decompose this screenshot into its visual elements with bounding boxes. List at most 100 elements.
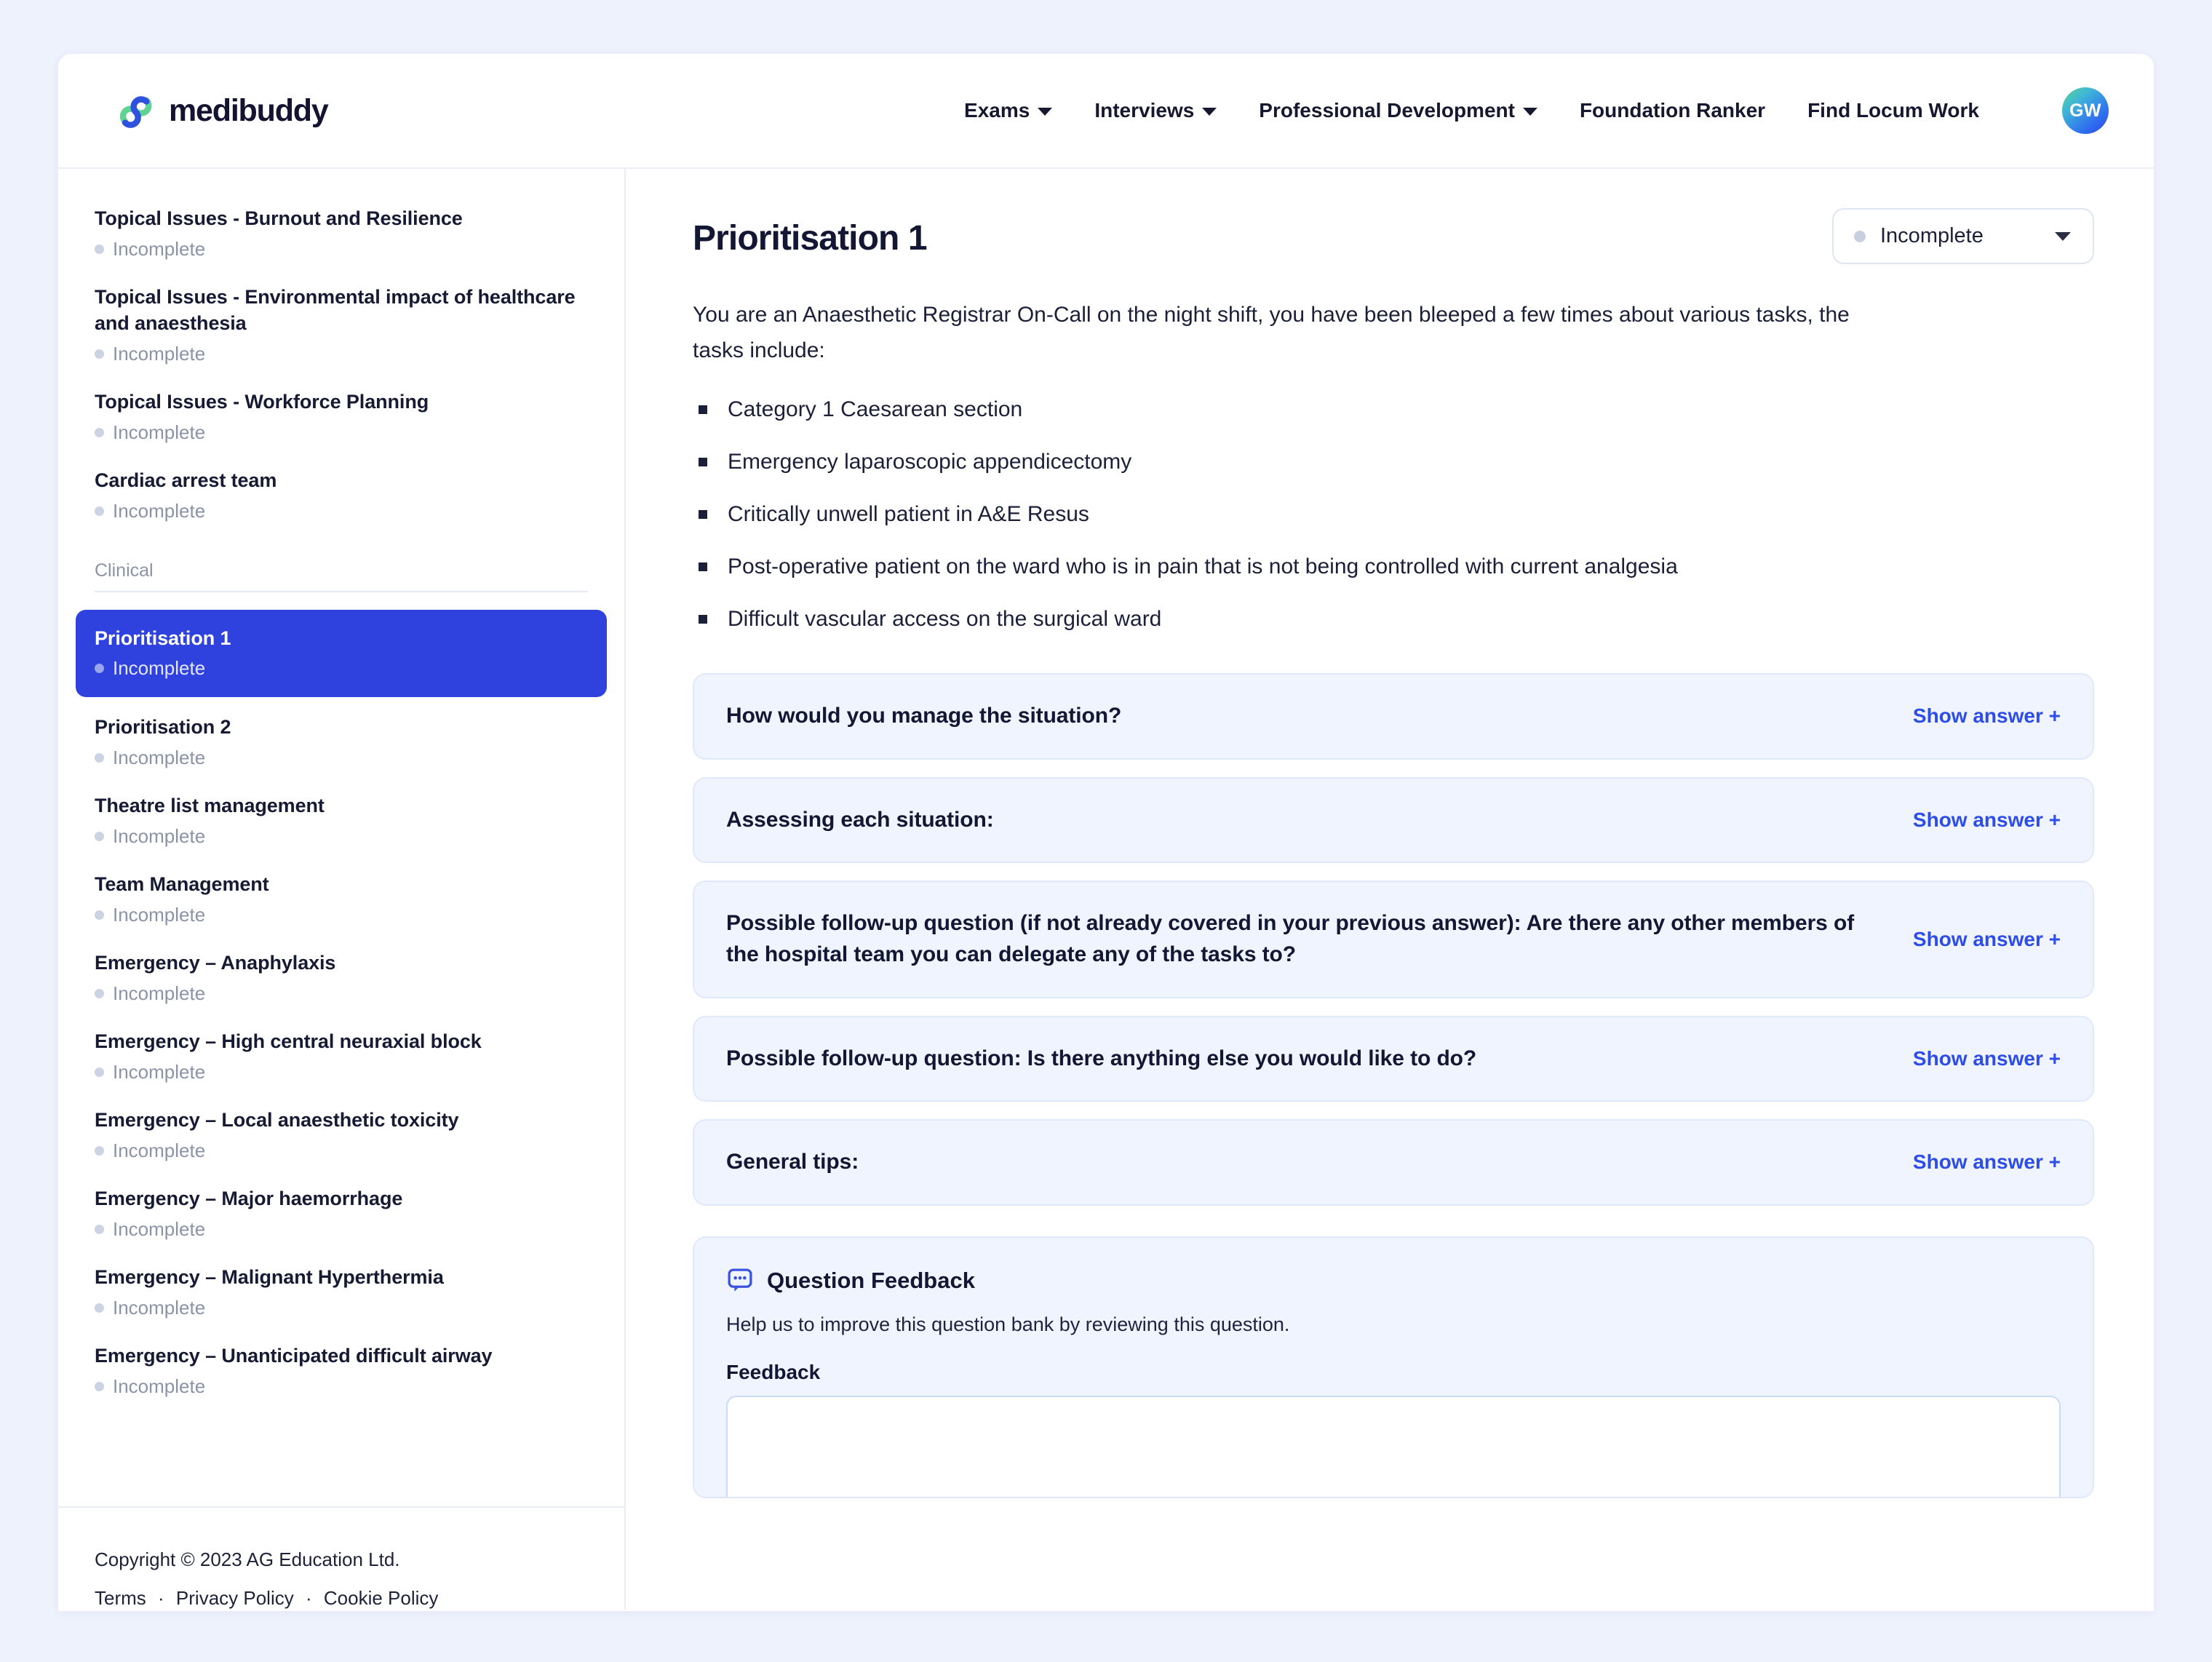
- sidebar-item-emergency-local-anaesthetic-toxicity[interactable]: Emergency – Local anaesthetic toxicity I…: [95, 1102, 588, 1169]
- brand-name: medibuddy: [169, 92, 329, 128]
- brand-logo[interactable]: medibuddy: [115, 89, 329, 132]
- question-card[interactable]: Assessing each situation: Show answer +: [693, 776, 2094, 864]
- status-dropdown[interactable]: Incomplete: [1832, 208, 2094, 264]
- sidebar-item-team-management[interactable]: Team Management Incomplete: [95, 867, 588, 933]
- show-answer-button[interactable]: Show answer +: [1913, 928, 2061, 951]
- sidebar-item-status: Incomplete: [95, 1061, 588, 1084]
- question-card[interactable]: How would you manage the situation? Show…: [693, 673, 2094, 760]
- question-text: How would you manage the situation?: [726, 704, 1122, 728]
- copyright-text: Copyright © 2023 AG Education Ltd.: [95, 1548, 400, 1570]
- sidebar-item-status: Incomplete: [95, 1297, 588, 1319]
- main-nav: Exams Interviews Professional Developmen…: [964, 87, 2109, 134]
- task-list-item: Critically unwell patient in A&E Resus: [693, 498, 2094, 530]
- body-split: Topical Issues - Burnout and Resilience …: [58, 169, 2154, 1610]
- question-text: Possible follow-up question: Is there an…: [726, 1046, 1477, 1070]
- sidebar-item-status: Incomplete: [95, 657, 588, 680]
- privacy-policy-link[interactable]: Privacy Policy: [176, 1587, 294, 1609]
- nav-item-find-locum-work[interactable]: Find Locum Work: [1807, 99, 1979, 122]
- sidebar-item-status: Incomplete: [95, 904, 588, 926]
- legal-links: Terms · Privacy Policy · Cookie Policy: [95, 1587, 588, 1610]
- sidebar-item-label: Emergency – High central neuraxial block: [95, 1030, 482, 1053]
- main-content: Prioritisation 1 Incomplete You are an A…: [626, 169, 2154, 1610]
- question-card[interactable]: Possible follow-up question: Is there an…: [693, 1015, 2094, 1102]
- task-list-item: Category 1 Caesarean section: [693, 393, 2094, 426]
- avatar[interactable]: GW: [2062, 87, 2109, 134]
- sidebar-item-label: Team Management: [95, 873, 269, 896]
- status-dot-icon: [95, 349, 104, 359]
- status-text: Incomplete: [113, 747, 206, 769]
- sidebar-list[interactable]: Topical Issues - Burnout and Resilience …: [58, 169, 624, 1506]
- nav-label: Interviews: [1094, 99, 1195, 122]
- status-dot-icon: [1854, 230, 1866, 242]
- sidebar-item-status: Incomplete: [95, 1140, 588, 1162]
- chevron-down-icon: [1038, 108, 1053, 116]
- site-header: medibuddy Exams Interviews Professional …: [58, 54, 2154, 169]
- sidebar-item-emergency-high-central-neuraxial-block[interactable]: Emergency – High central neuraxial block…: [95, 1024, 588, 1090]
- sidebar-item-label: Emergency – Unanticipated difficult airw…: [95, 1344, 493, 1367]
- sidebar-item-burnout-and-resilience[interactable]: Topical Issues - Burnout and Resilience …: [95, 201, 588, 267]
- sidebar-item-prioritisation-1[interactable]: Prioritisation 1 Incomplete: [76, 609, 607, 698]
- terms-link[interactable]: Terms: [95, 1587, 146, 1609]
- nav-item-professional-development[interactable]: Professional Development: [1259, 99, 1537, 122]
- sidebar: Topical Issues - Burnout and Resilience …: [58, 169, 626, 1610]
- question-feedback-panel: Question Feedback Help us to improve thi…: [693, 1236, 2094, 1498]
- nav-label: Professional Development: [1259, 99, 1515, 122]
- question-card[interactable]: Possible follow-up question (if not alre…: [693, 880, 2094, 998]
- nav-item-foundation-ranker[interactable]: Foundation Ranker: [1580, 99, 1765, 122]
- sidebar-item-emergency-major-haemorrhage[interactable]: Emergency – Major haemorrhage Incomplete: [95, 1181, 588, 1247]
- feedback-subtitle: Help us to improve this question bank by…: [726, 1313, 1290, 1335]
- sidebar-item-status: Incomplete: [95, 825, 588, 848]
- status-text: Incomplete: [113, 499, 206, 522]
- separator: ·: [158, 1587, 164, 1609]
- status-text: Incomplete: [113, 1217, 206, 1240]
- show-answer-button[interactable]: Show answer +: [1913, 704, 2061, 728]
- status-dot-icon: [95, 427, 104, 437]
- nav-label: Exams: [964, 99, 1030, 122]
- sidebar-item-theatre-list-management[interactable]: Theatre list management Incomplete: [95, 788, 588, 854]
- status-text: Incomplete: [113, 237, 206, 260]
- sidebar-item-status: Incomplete: [95, 1375, 588, 1398]
- sidebar-item-emergency-malignant-hyperthermia[interactable]: Emergency – Malignant Hyperthermia Incom…: [95, 1260, 588, 1326]
- status-dot-icon: [95, 1303, 104, 1313]
- sidebar-item-status: Incomplete: [95, 500, 588, 522]
- sidebar-item-status: Incomplete: [95, 982, 588, 1005]
- status-text: Incomplete: [113, 904, 206, 926]
- status-dot-icon: [95, 1224, 104, 1234]
- sidebar-item-label: Prioritisation 1: [95, 627, 231, 649]
- nav-item-exams[interactable]: Exams: [964, 99, 1053, 122]
- status-dot-icon: [95, 1381, 104, 1391]
- sidebar-footer: Copyright © 2023 AG Education Ltd. Terms…: [58, 1506, 624, 1610]
- show-answer-button[interactable]: Show answer +: [1913, 1150, 2061, 1174]
- sidebar-item-emergency-unanticipated-difficult-airway[interactable]: Emergency – Unanticipated difficult airw…: [95, 1338, 588, 1404]
- question-card[interactable]: General tips: Show answer +: [693, 1119, 2094, 1206]
- sidebar-item-environmental-impact[interactable]: Topical Issues - Environmental impact of…: [95, 279, 588, 372]
- page-title: Prioritisation 1: [693, 219, 928, 258]
- nav-item-interviews[interactable]: Interviews: [1094, 99, 1217, 122]
- status-text: Incomplete: [113, 1375, 206, 1397]
- sidebar-item-label: Emergency – Malignant Hyperthermia: [95, 1265, 444, 1288]
- task-list-item: Post-operative patient on the ward who i…: [693, 550, 2094, 583]
- sidebar-item-workforce-planning[interactable]: Topical Issues - Workforce Planning Inco…: [95, 384, 588, 450]
- show-answer-button[interactable]: Show answer +: [1913, 808, 2061, 832]
- status-dot-icon: [95, 1145, 104, 1156]
- status-dot-icon: [95, 1067, 104, 1077]
- feedback-title: Question Feedback: [767, 1267, 975, 1293]
- sidebar-item-emergency-anaphylaxis[interactable]: Emergency – Anaphylaxis Incomplete: [95, 945, 588, 1011]
- question-text: Assessing each situation:: [726, 807, 994, 832]
- app-shell: medibuddy Exams Interviews Professional …: [58, 54, 2154, 1611]
- status-dot-icon: [95, 664, 104, 674]
- status-dot-icon: [95, 989, 104, 999]
- cookie-policy-link[interactable]: Cookie Policy: [324, 1587, 439, 1609]
- chat-bubble-icon: [728, 1268, 752, 1292]
- sidebar-item-cardiac-arrest-team[interactable]: Cardiac arrest team Incomplete: [95, 463, 588, 529]
- sidebar-item-label: Cardiac arrest team: [95, 469, 277, 491]
- medibuddy-loop-logo-icon: [119, 96, 152, 128]
- status-dot-icon: [95, 832, 104, 842]
- feedback-textarea[interactable]: [726, 1395, 2061, 1497]
- status-dropdown-value: Incomplete: [1880, 224, 1984, 247]
- main-header-row: Prioritisation 1 Incomplete: [693, 208, 2094, 264]
- show-answer-button[interactable]: Show answer +: [1913, 1047, 2061, 1070]
- sidebar-item-prioritisation-2[interactable]: Prioritisation 2 Incomplete: [95, 709, 588, 776]
- status-dot-icon: [95, 753, 104, 763]
- status-text: Incomplete: [113, 1060, 206, 1083]
